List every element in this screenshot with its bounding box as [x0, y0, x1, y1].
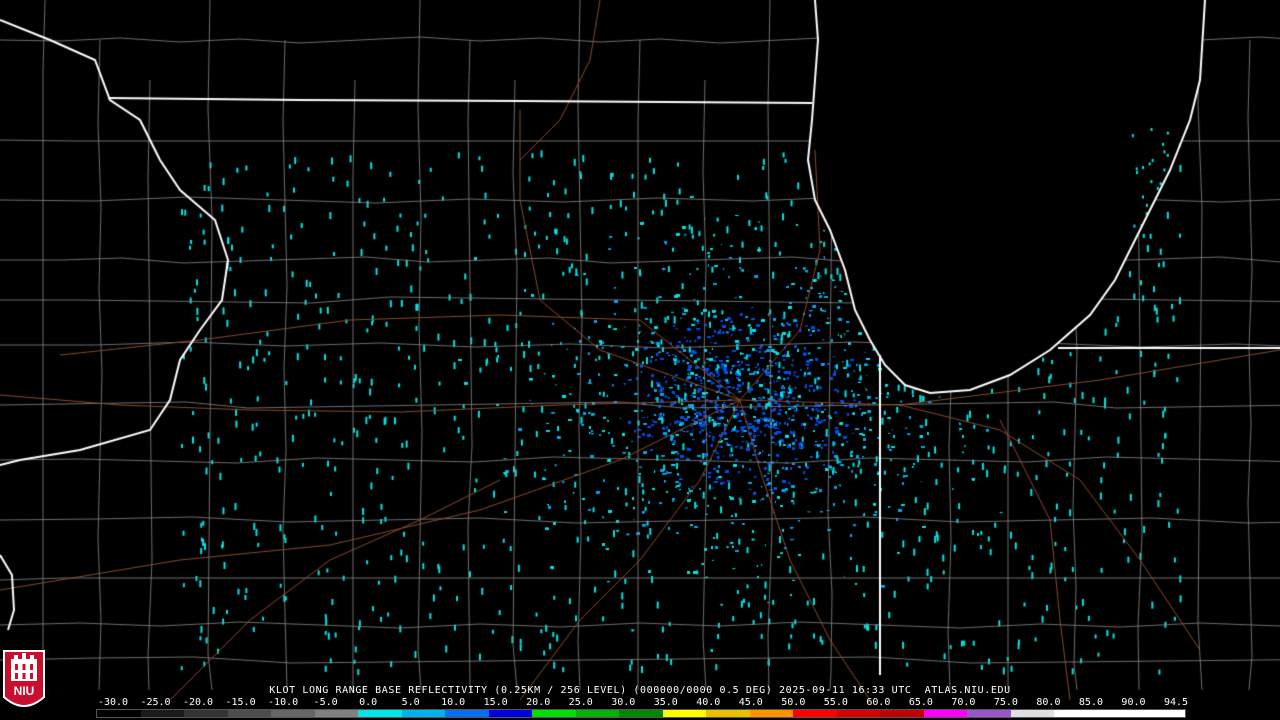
scale-label: 75.0 [993, 697, 1018, 708]
colorbar-segment [401, 710, 446, 717]
colorbar-segment [532, 710, 576, 717]
colorbar-segment [140, 710, 185, 717]
scale-label: 30.0 [611, 697, 636, 708]
scale-label: 40.0 [696, 697, 721, 708]
colorbar-segment [923, 710, 968, 717]
colorbar-segment [749, 710, 794, 717]
colorbar-segment [445, 710, 489, 717]
colorbar-segment [1010, 710, 1055, 717]
colorbar-segment [358, 710, 402, 717]
scale-label: -5.0 [313, 697, 338, 708]
colorbar-segment [880, 710, 924, 717]
colorbar-segment [1141, 710, 1185, 717]
colorbar-segment [1097, 710, 1142, 717]
colorbar-segment [271, 710, 315, 717]
scale-label: -25.0 [140, 697, 171, 708]
scale-label: 55.0 [823, 697, 848, 708]
colorbar-segment [662, 710, 707, 717]
scale-label: 20.0 [526, 697, 551, 708]
scale-label: 90.0 [1121, 697, 1146, 708]
colorbar-segment [836, 710, 881, 717]
logo-text: NIU [14, 684, 35, 698]
scale-label: 35.0 [653, 697, 678, 708]
scale-label: -15.0 [225, 697, 256, 708]
scale-label: 10.0 [441, 697, 466, 708]
scale-label: -30.0 [97, 697, 129, 708]
radar-map [0, 0, 1280, 720]
colorbar-segment [97, 710, 141, 717]
color-scale-labels: -30.0 -25.0 -20.0 -15.0 -10.0 -5.0 0.0 5.0 10.0 1… [0, 697, 1280, 709]
scale-label: 5.0 [401, 697, 420, 708]
scale-label: 0.0 [359, 697, 378, 708]
niu-logo: NIU [3, 650, 45, 707]
product-caption: KLOT LONG RANGE BASE REFLECTIVITY (0.25K… [269, 685, 1011, 696]
colorbar-segment [575, 710, 620, 717]
colorbar-segment [619, 710, 663, 717]
colorbar-segment [967, 710, 1011, 717]
colorbar-segment [184, 710, 228, 717]
scale-label: 65.0 [908, 697, 933, 708]
colorbar-segment [1054, 710, 1098, 717]
colorbar-segment [314, 710, 359, 717]
reflectivity-colorbar [96, 709, 1186, 718]
colorbar-segment [227, 710, 272, 717]
colorbar-segment [793, 710, 837, 717]
scale-label: 50.0 [781, 697, 806, 708]
scale-label: -20.0 [182, 697, 214, 708]
scale-label: 15.0 [483, 697, 508, 708]
colorbar-segment [488, 710, 533, 717]
scale-label: 85.0 [1078, 697, 1103, 708]
scale-label: 60.0 [866, 697, 891, 708]
scale-label: 80.0 [1036, 697, 1061, 708]
scale-label: 45.0 [738, 697, 763, 708]
scale-label: -10.0 [268, 697, 299, 708]
scale-label: 25.0 [568, 697, 593, 708]
scale-label: 70.0 [951, 697, 976, 708]
scale-label: 94.5 [1163, 697, 1189, 708]
colorbar-segment [706, 710, 750, 717]
